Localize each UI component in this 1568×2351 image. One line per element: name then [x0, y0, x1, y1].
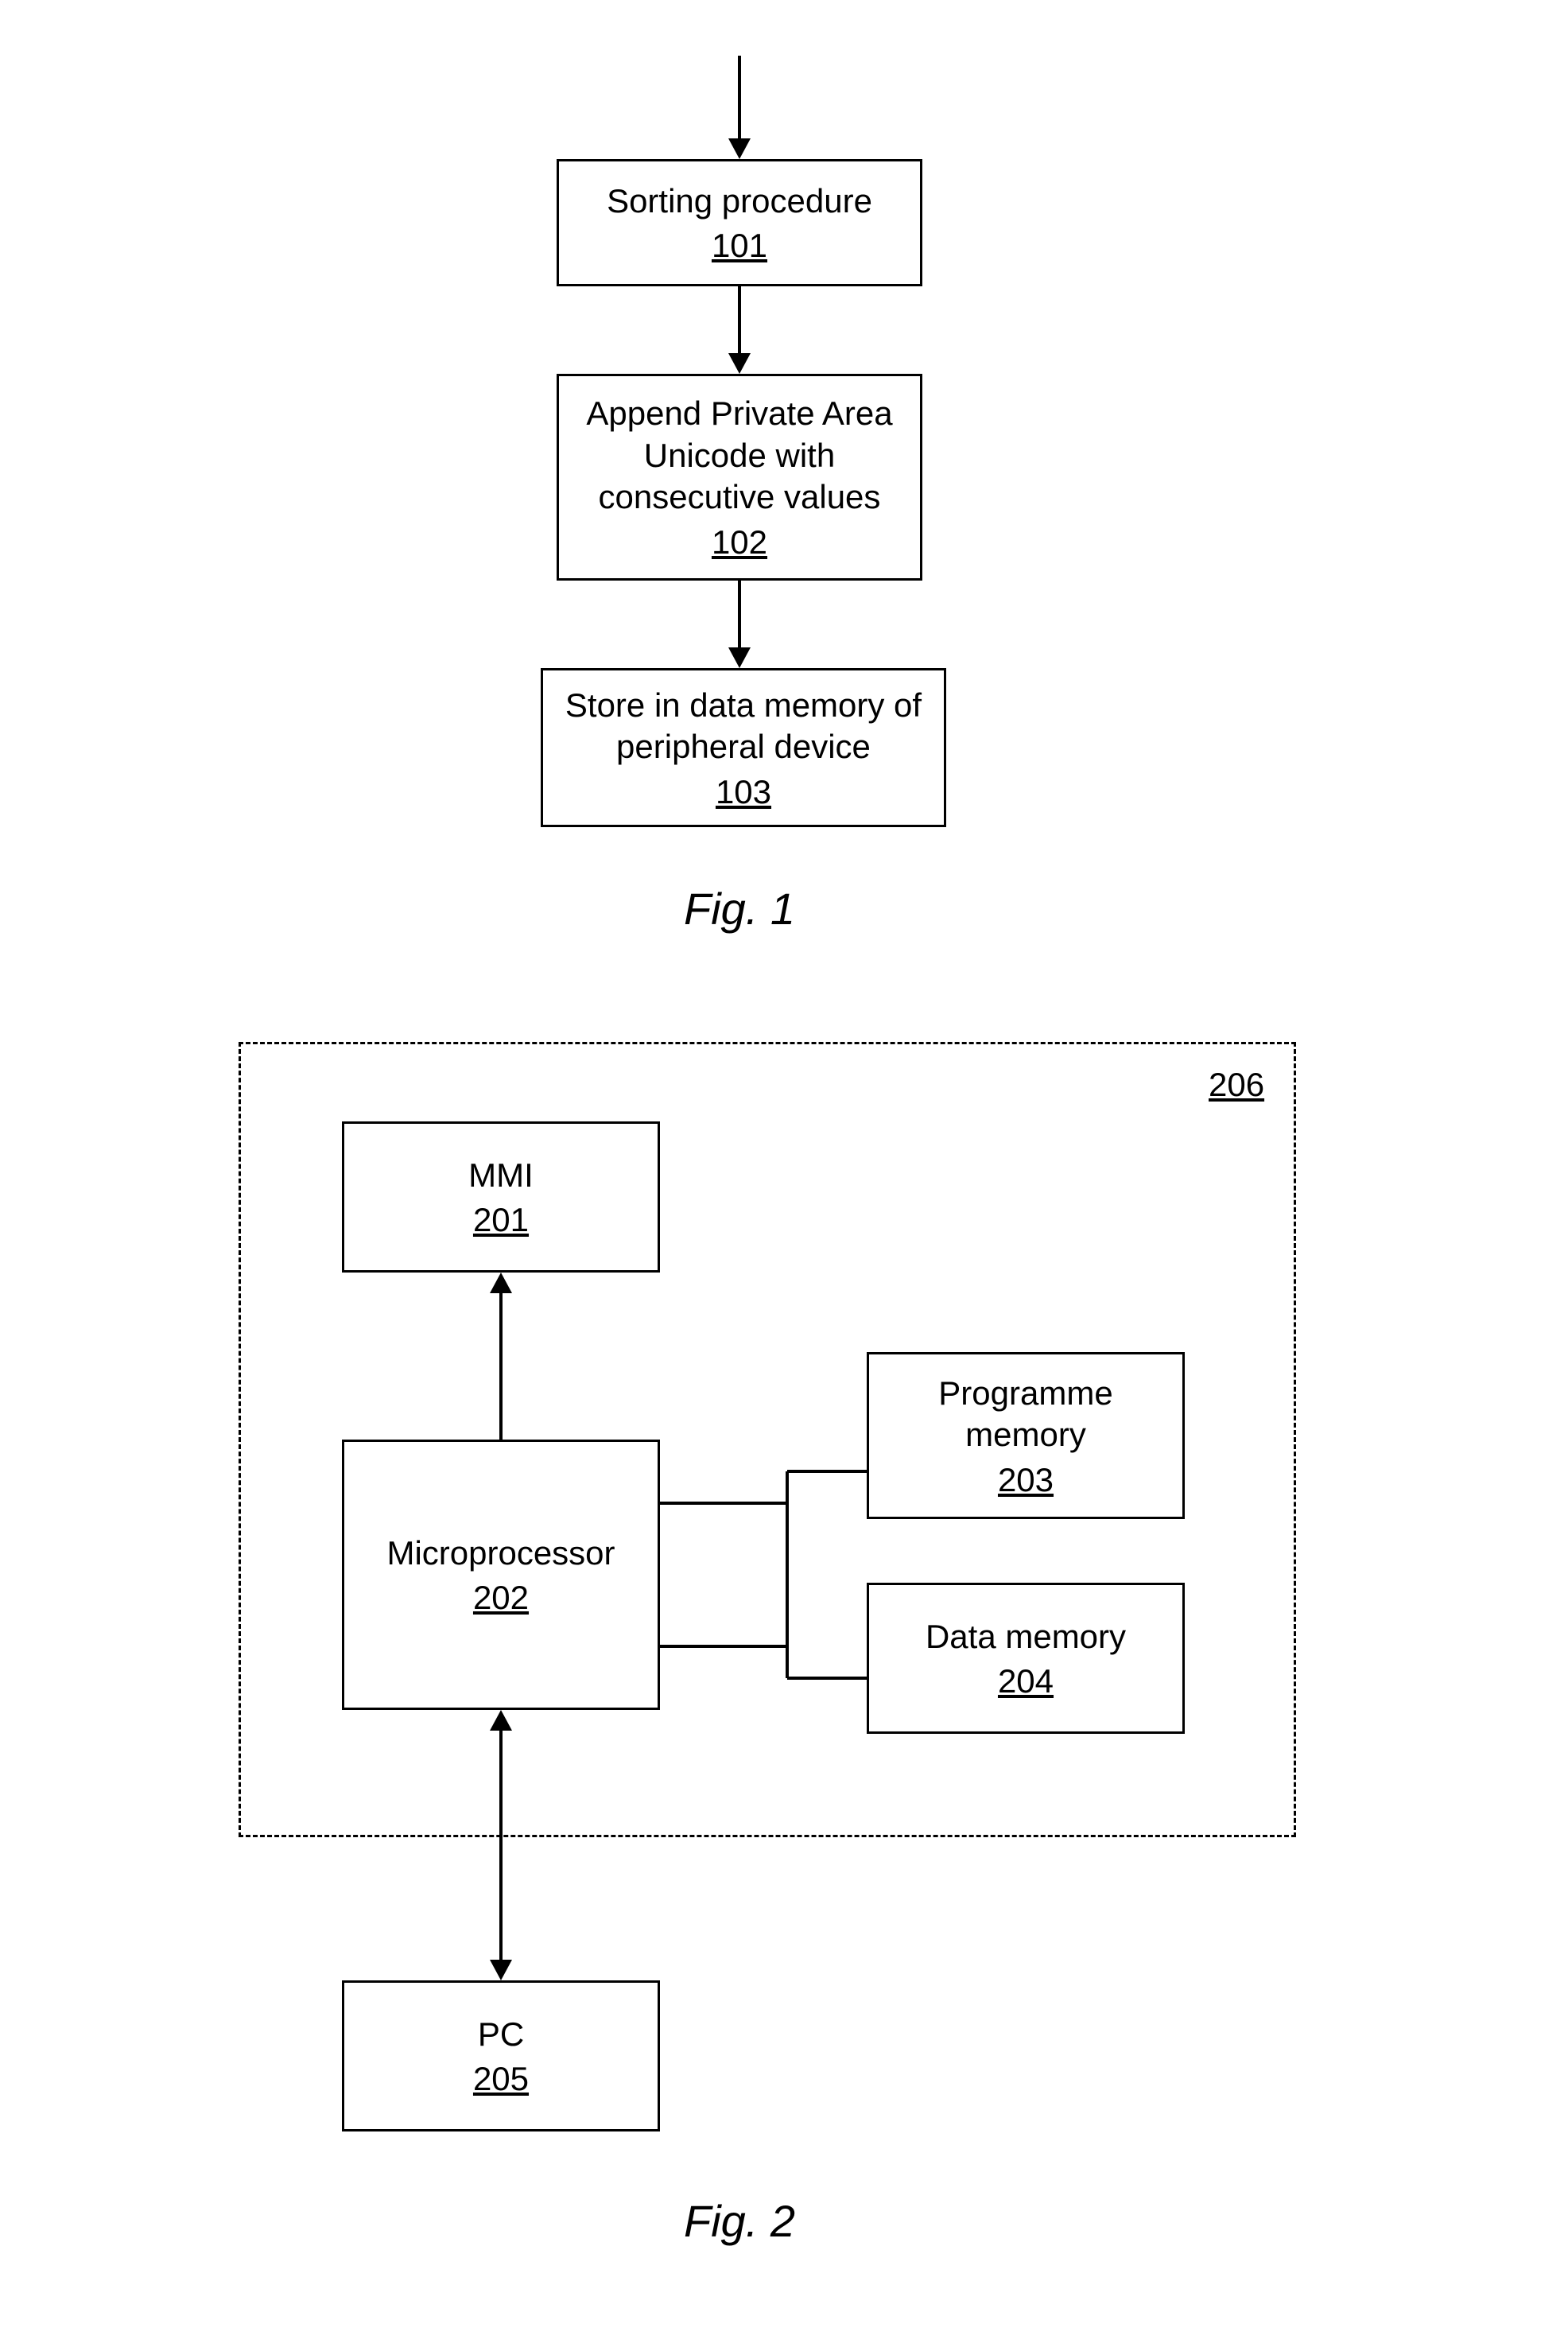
box-pc: PC 205 — [342, 1980, 660, 2131]
frame-206-ref: 206 — [1209, 1066, 1264, 1104]
page: Sorting procedure 101 Append Private Are… — [0, 0, 1568, 2351]
box-103-ref: 103 — [716, 773, 771, 811]
arrow-into-101 — [724, 56, 755, 159]
arrow-102-to-103 — [724, 581, 755, 668]
box-mmi: MMI 201 — [342, 1121, 660, 1273]
arrow-101-to-102 — [724, 286, 755, 374]
arrow-micro-to-mmi — [485, 1273, 517, 1440]
box-mmi-label: MMI — [468, 1155, 534, 1197]
box-micro-ref: 202 — [473, 1579, 529, 1617]
box-data-ref: 204 — [998, 1662, 1054, 1700]
box-mmi-ref: 201 — [473, 1201, 529, 1239]
box-append-unicode: Append Private AreaUnicode withconsecuti… — [557, 374, 922, 581]
box-pc-ref: 205 — [473, 2060, 529, 2098]
box-data-label: Data memory — [926, 1616, 1126, 1658]
box-102-ref: 102 — [712, 523, 767, 562]
box-programme-memory: Programmememory 203 — [867, 1352, 1185, 1519]
box-microprocessor: Microprocessor 202 — [342, 1440, 660, 1710]
fig2-caption: Fig. 2 — [684, 2195, 795, 2247]
box-store-memory: Store in data memory ofperipheral device… — [541, 668, 946, 827]
box-data-memory: Data memory 204 — [867, 1583, 1185, 1734]
box-prog-label: Programmememory — [938, 1373, 1112, 1456]
box-101-ref: 101 — [712, 227, 767, 265]
box-micro-label: Microprocessor — [386, 1533, 615, 1575]
arrow-micro-pc — [485, 1710, 517, 1980]
box-103-label: Store in data memory ofperipheral device — [565, 685, 922, 768]
box-101-label: Sorting procedure — [607, 181, 872, 223]
bus-micro-to-memories — [660, 1471, 867, 1678]
box-prog-ref: 203 — [998, 1461, 1054, 1499]
box-sorting-procedure: Sorting procedure 101 — [557, 159, 922, 286]
box-pc-label: PC — [478, 2014, 524, 2056]
fig1-caption: Fig. 1 — [684, 883, 795, 935]
box-102-label: Append Private AreaUnicode withconsecuti… — [586, 393, 892, 519]
